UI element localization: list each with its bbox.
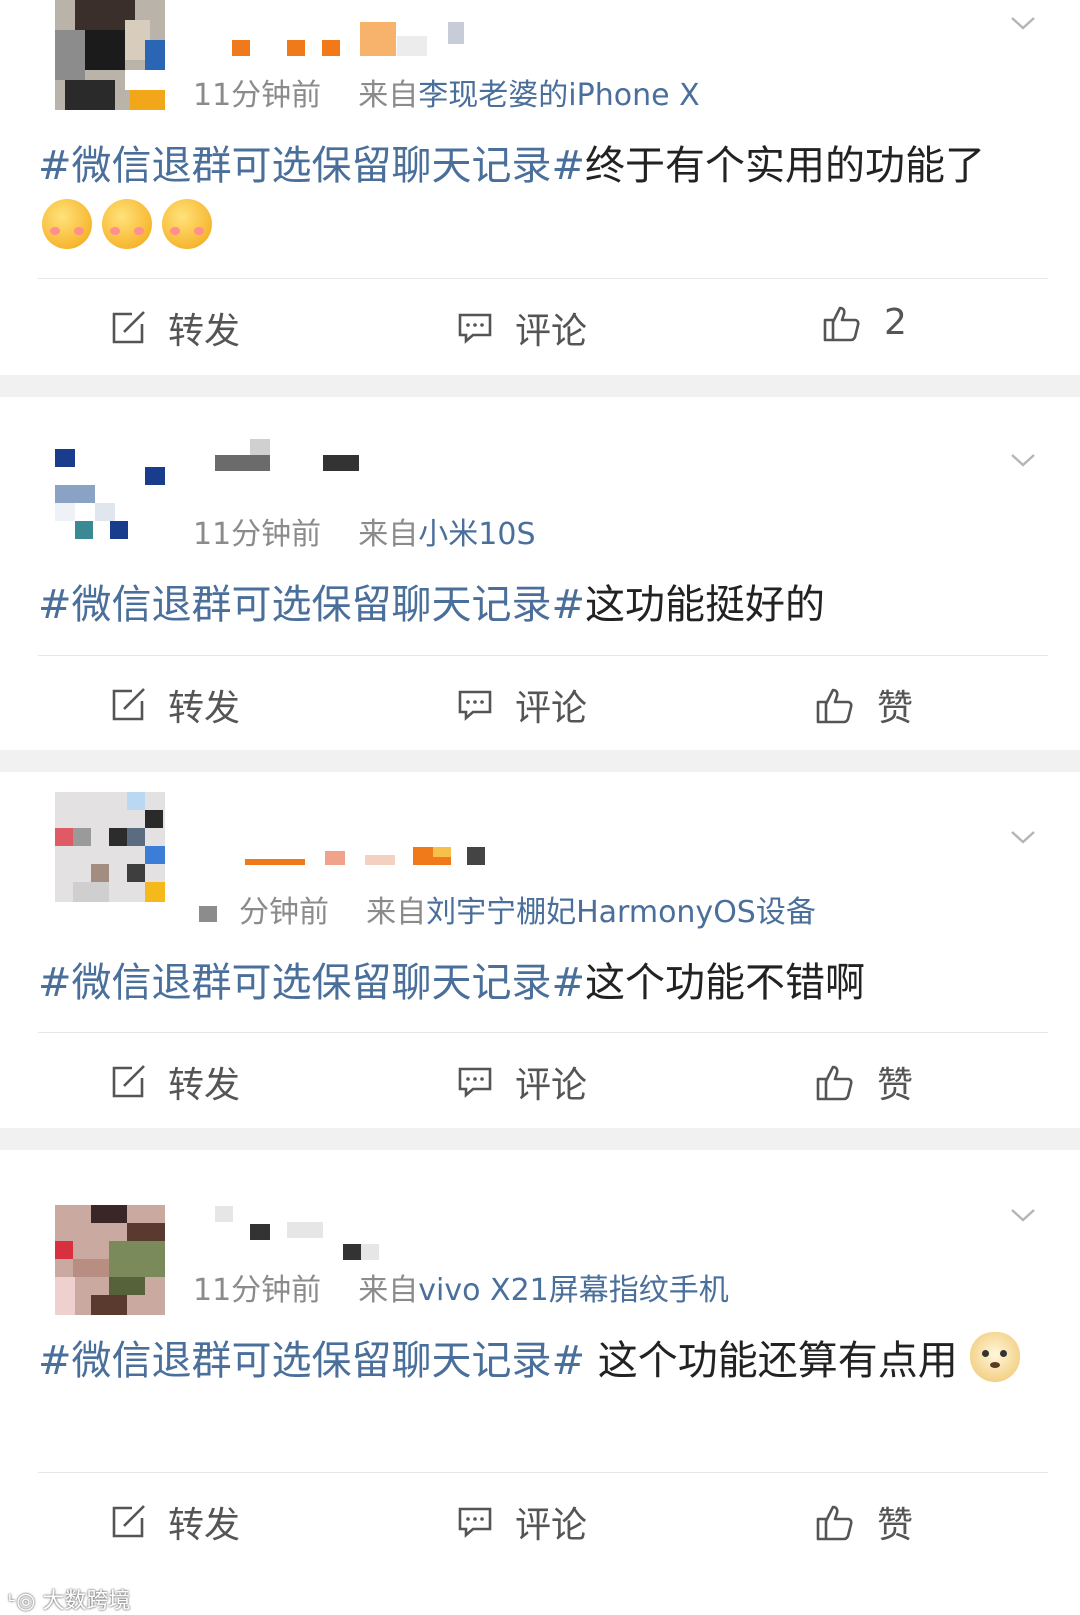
divider [38,1472,1048,1473]
doge-emoji-icon [970,1332,1021,1382]
topic-hashtag-link[interactable]: #微信退群可选保留聊天记录# [38,143,585,189]
comment-icon [458,313,492,344]
comment-button[interactable]: 评论 [457,679,587,731]
post-meta: 11分钟前 来自小米10S [193,509,536,553]
repost-button[interactable]: 转发 [110,302,240,354]
from-label: 来自 [366,895,427,930]
username-redacted[interactable] [215,1206,385,1260]
divider [38,1032,1048,1033]
feed-post-1: 11分钟前 来自李现老婆的iPhone X #微信退群可选保留聊天记录#终于有个… [0,0,1080,375]
repost-label: 转发 [168,1065,241,1106]
post-time: 11分钟前 [193,517,322,552]
divider [38,278,1048,279]
post-content: #微信退群可选保留聊天记录# 这个功能还算有点用 [38,1330,1048,1392]
username-redacted[interactable] [232,22,472,56]
repost-icon [112,1065,145,1098]
topic-hashtag-link[interactable]: #微信退群可选保留聊天记录# [38,960,585,1006]
repost-icon [112,311,145,344]
repost-button[interactable]: 转发 [110,679,240,731]
avatar[interactable] [55,0,165,110]
post-meta: 11分钟前 来自vivo X21屏幕指纹手机 [193,1265,729,1309]
watermark-text: 大数跨境 [42,1589,131,1614]
comment-button[interactable]: 评论 [457,1056,587,1108]
device-source-link[interactable]: 李现老婆的iPhone X [418,78,699,113]
chevron-down-icon[interactable] [1010,10,1036,36]
repost-label: 转发 [168,688,241,729]
post-content: #微信退群可选保留聊天记录#这功能挺好的 [38,574,1048,636]
comment-icon [458,690,492,721]
device-source-link[interactable]: vivo X21屏幕指纹手机 [418,1273,728,1308]
repost-icon [112,688,145,721]
like-button[interactable]: 赞 [815,1056,913,1108]
repost-label: 转发 [168,1505,241,1546]
like-label: 赞 [877,688,914,729]
thumbs-up-icon [816,1505,853,1541]
watermark-logo-icon: ᶫ◎ [8,1589,43,1614]
shy-face-emoji-icon [102,199,152,249]
from-label: 来自 [358,78,419,113]
post-time: 分钟前 [239,895,329,930]
feed-separator [0,1128,1080,1150]
feed-separator [0,375,1080,397]
feed-post-2: 11分钟前 来自小米10S #微信退群可选保留聊天记录#这功能挺好的 转发 评论… [0,397,1080,750]
from-label: 来自 [358,517,419,552]
feed-separator [0,750,1080,772]
divider [38,655,1048,656]
topic-hashtag-link[interactable]: #微信退群可选保留聊天记录# [38,1338,585,1384]
post-meta: 分钟前 来自刘宇宁棚妃HarmonyOS设备 [193,887,816,931]
like-button[interactable]: 赞 [815,679,913,731]
avatar[interactable] [55,1205,165,1315]
avatar[interactable] [55,792,165,902]
post-content: #微信退群可选保留聊天记录#这个功能不错啊 [38,952,1048,1014]
comment-label: 评论 [515,688,588,729]
repost-icon [112,1505,145,1538]
repost-label: 转发 [168,311,241,352]
like-label: 赞 [877,1505,914,1546]
chevron-down-icon[interactable] [1010,1202,1036,1228]
feed-post-3: 分钟前 来自刘宇宁棚妃HarmonyOS设备 #微信退群可选保留聊天记录#这个功… [0,772,1080,1128]
avatar[interactable] [55,449,165,559]
post-text: 终于有个实用的功能了 [585,143,986,189]
like-button[interactable]: 赞 [815,1496,913,1548]
feed-post-4: 11分钟前 来自vivo X21屏幕指纹手机 #微信退群可选保留聊天记录# 这个… [0,1150,1080,1614]
like-label: 赞 [877,1065,914,1106]
post-time: 11分钟前 [193,1273,322,1308]
thumbs-up-icon [816,688,853,724]
thumbs-up-icon [823,306,860,341]
comment-icon [458,1067,492,1098]
post-text: 这个功能还算有点用 [585,1338,958,1384]
username-redacted[interactable] [215,439,375,471]
comment-icon [458,1507,492,1538]
post-text: 这功能挺好的 [585,582,826,628]
watermark: ᶫ◎ 大数跨境 [8,1583,131,1615]
post-content: #微信退群可选保留聊天记录#终于有个实用的功能了 [38,135,1048,259]
post-meta: 11分钟前 来自李现老婆的iPhone X [193,70,700,114]
shy-face-emoji-icon [162,199,212,249]
comment-label: 评论 [515,1065,588,1106]
thumbs-up-icon [816,1065,853,1101]
post-text: 这个功能不错啊 [585,960,866,1006]
comment-button[interactable]: 评论 [457,302,587,354]
like-count: 2 [884,302,907,343]
topic-hashtag-link[interactable]: #微信退群可选保留聊天记录# [38,582,585,628]
post-time: 11分钟前 [193,78,322,113]
username-redacted[interactable] [245,847,515,865]
chevron-down-icon[interactable] [1010,824,1036,850]
repost-button[interactable]: 转发 [110,1056,240,1108]
like-button[interactable]: 2 [822,302,907,343]
chevron-down-icon[interactable] [1010,447,1036,473]
comment-label: 评论 [515,311,588,352]
comment-button[interactable]: 评论 [457,1496,587,1548]
redacted-block [199,906,217,922]
repost-button[interactable]: 转发 [110,1496,240,1548]
comment-label: 评论 [515,1505,588,1546]
device-source-link[interactable]: 刘宇宁棚妃HarmonyOS设备 [426,895,816,930]
device-source-link[interactable]: 小米10S [418,517,535,552]
from-label: 来自 [358,1273,419,1308]
shy-face-emoji-icon [42,199,92,249]
